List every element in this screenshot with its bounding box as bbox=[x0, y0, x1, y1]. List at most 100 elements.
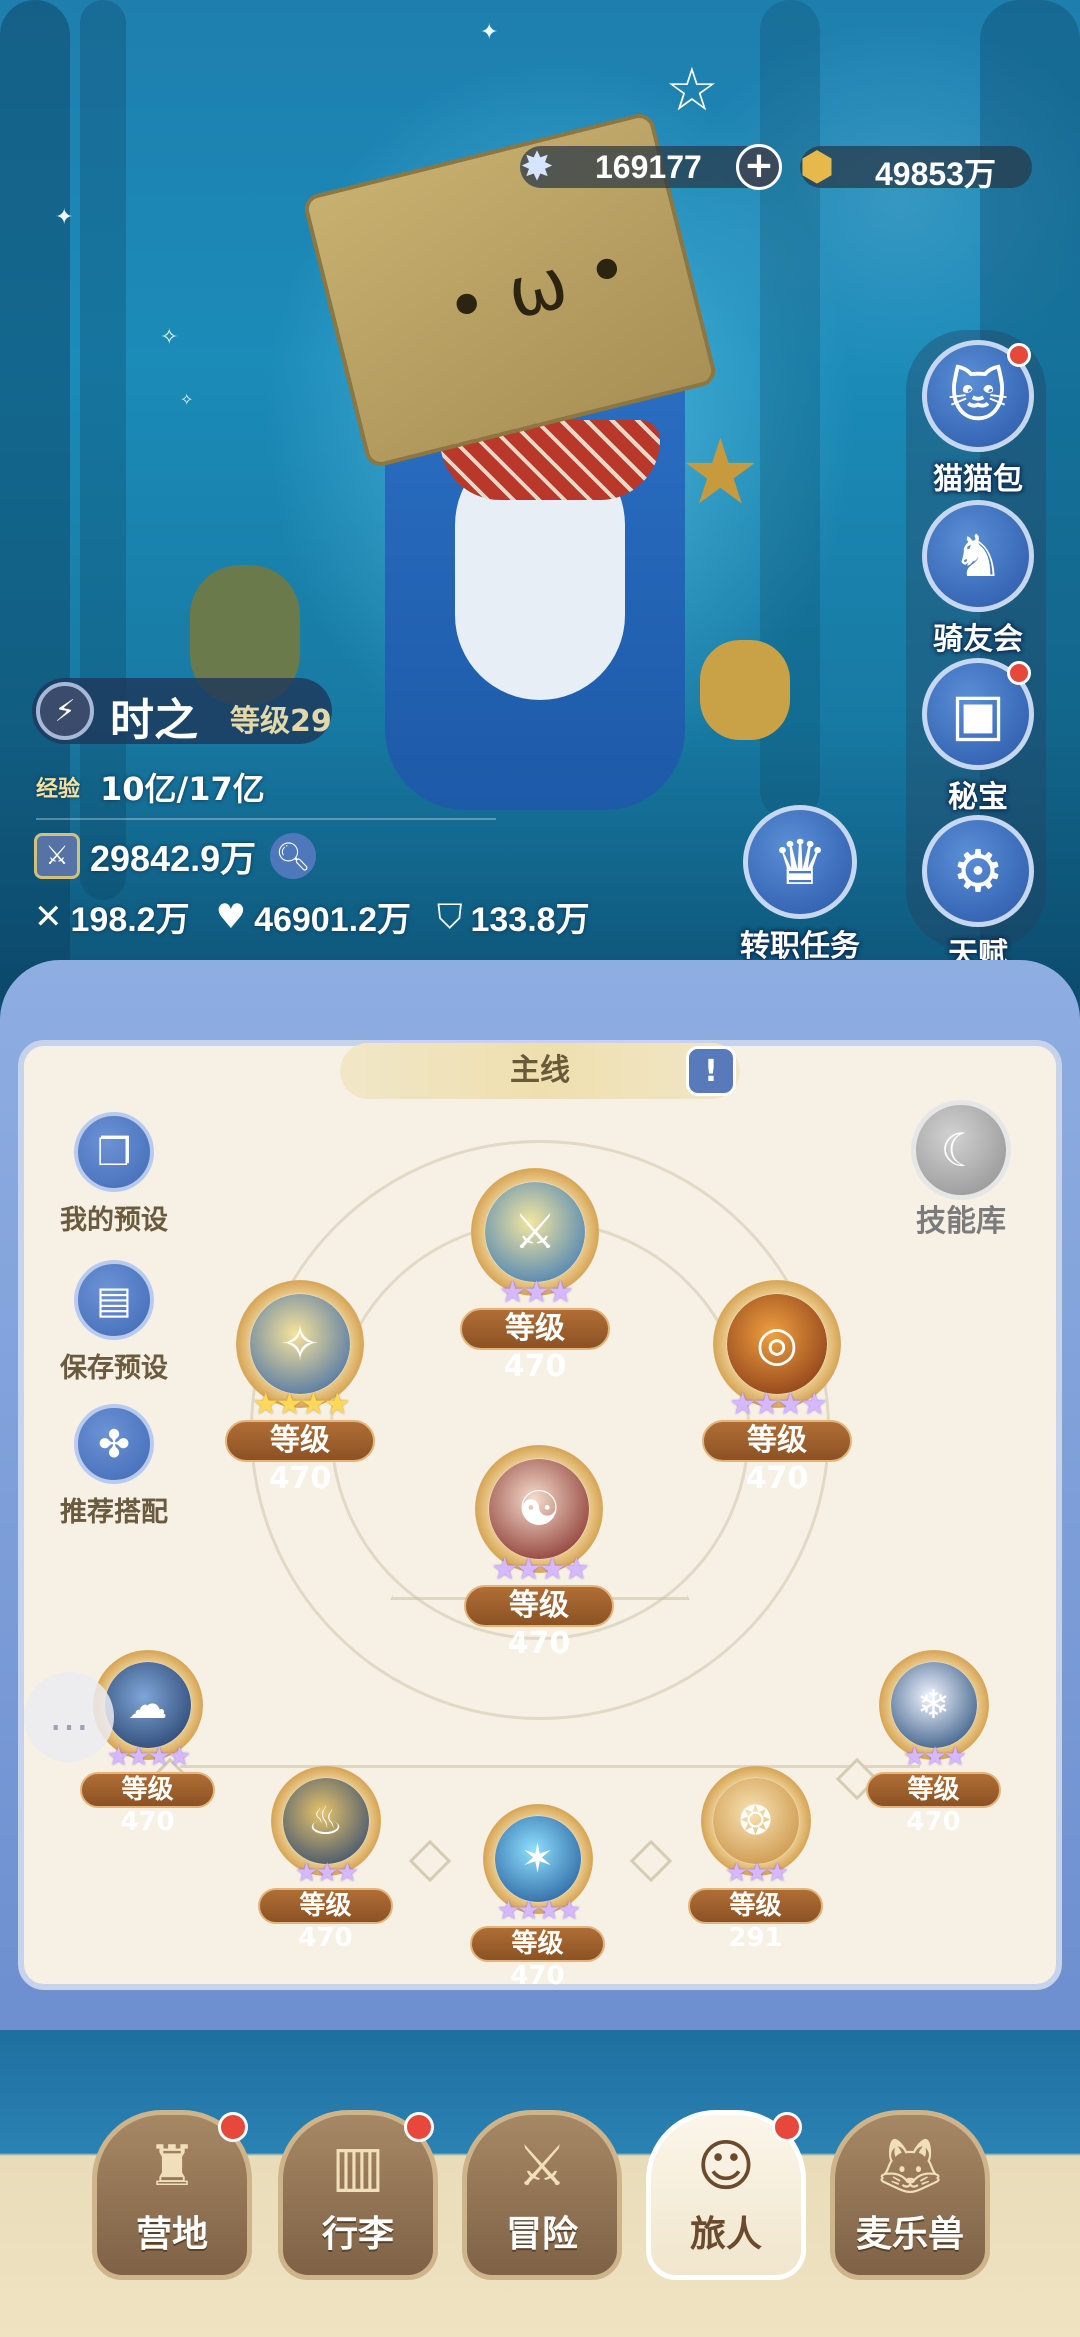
nav-adventure[interactable]: ⚔ 冒险 bbox=[462, 2110, 622, 2290]
skill-slot[interactable]: ❄ ★★★ 等级470 bbox=[866, 1650, 1001, 1837]
search-button[interactable]: 🔍︎ bbox=[270, 833, 317, 879]
star-outline-icon: ☆ bbox=[665, 55, 719, 125]
combat-power-value: 29842.9万 bbox=[90, 838, 257, 879]
exp-tag: 经验 bbox=[36, 777, 81, 802]
skill-icon: ❄ bbox=[890, 1662, 977, 1748]
crossed-swords-icon: ⚔ bbox=[516, 2134, 568, 2199]
treasure-chest-icon: ▣ bbox=[922, 658, 1034, 770]
nav-label: 冒险 bbox=[505, 2214, 578, 2255]
skill-stars: ★★★ bbox=[295, 1858, 359, 1888]
skill-stars: ★★★ bbox=[499, 1275, 574, 1310]
gold-coin-icon: ⬢ bbox=[799, 144, 835, 190]
crown-icon: ♛ bbox=[743, 805, 857, 919]
experience-row: 经验 10亿/17亿 bbox=[36, 764, 265, 810]
search-icon: 🔍︎ bbox=[275, 839, 311, 873]
skill-slot[interactable]: ✧ ★★★★ 等级470 bbox=[225, 1280, 375, 1496]
cat-bag-button[interactable]: 🐱 猫猫包 bbox=[918, 340, 1038, 498]
cards-icon: ❐ bbox=[74, 1112, 154, 1192]
box-face: • ω • bbox=[437, 226, 638, 351]
rider-club-label: 骑友会 bbox=[933, 622, 1023, 657]
cat-bag-icon: 🐱 bbox=[922, 340, 1034, 452]
nav-label: 营地 bbox=[135, 2214, 208, 2255]
skill-slot[interactable]: ☁ ★★★★ 等级470 bbox=[80, 1650, 215, 1837]
tab-main-line[interactable]: 主线 bbox=[340, 1043, 740, 1099]
skill-slot[interactable]: ♨ ★★★ 等级470 bbox=[258, 1766, 393, 1953]
nav-label: 行李 bbox=[321, 2214, 394, 2255]
skill-level-badge: 等级470 bbox=[702, 1420, 852, 1496]
notification-dot bbox=[404, 2112, 434, 2142]
skill-slot[interactable]: ❂ ★★★ 等级291 bbox=[688, 1766, 823, 1953]
class-emblem-icon: ⚡ bbox=[36, 682, 94, 740]
chat-icon: … bbox=[49, 1694, 89, 1740]
notification-dot bbox=[772, 2112, 802, 2142]
skill-icon: ◎ bbox=[727, 1294, 827, 1394]
castle-icon: ♜ bbox=[146, 2134, 198, 2199]
save-preset-label: 保存预设 bbox=[60, 1353, 168, 1384]
gold-amount: 49853万 bbox=[875, 156, 996, 192]
sparkle-icon: ✦ bbox=[480, 20, 499, 45]
treasure-label: 秘宝 bbox=[948, 780, 1008, 815]
skill-stars: ★★★★ bbox=[491, 1552, 590, 1587]
shield-sword-icon: ⚔ bbox=[34, 833, 80, 879]
defense-value: 133.8万 bbox=[470, 901, 590, 939]
heart-icon: ♥ bbox=[215, 896, 247, 937]
skill-library-icon: ☾ bbox=[911, 1100, 1011, 1200]
gold-currency: ⬢ 49853万 bbox=[800, 144, 1032, 192]
skill-level-badge: 等级470 bbox=[258, 1888, 393, 1953]
pet-companion bbox=[700, 640, 790, 740]
notification-dot bbox=[218, 2112, 248, 2142]
recommend-combo-button[interactable]: ✤ 推荐搭配 bbox=[44, 1404, 184, 1529]
crossed-swords-icon: ✕ bbox=[34, 896, 63, 937]
nav-pet[interactable]: 🦊︎ 麦乐兽 bbox=[830, 2110, 990, 2290]
crystal-star-icon: ✸ bbox=[520, 144, 554, 190]
skill-slot[interactable]: ◎ ★★★★ 等级470 bbox=[702, 1280, 852, 1496]
nav-traveler[interactable]: ☺ 旅人 bbox=[646, 2110, 806, 2290]
skill-level-badge: 等级291 bbox=[688, 1888, 823, 1953]
skill-slot[interactable]: ⚔ ★★★ 等级470 bbox=[460, 1168, 610, 1384]
skill-icon: ⚔ bbox=[485, 1182, 585, 1282]
treasure-button[interactable]: ▣ 秘宝 bbox=[918, 658, 1038, 816]
divider bbox=[36, 818, 496, 820]
skill-stars: ★★★★ bbox=[106, 1742, 191, 1772]
nav-luggage[interactable]: ▥ 行李 bbox=[278, 2110, 438, 2290]
skill-level-badge: 等级470 bbox=[464, 1585, 614, 1661]
talent-button[interactable]: ⚙ 天赋 bbox=[918, 815, 1038, 973]
hp-stat: ♥ 46901.2万 bbox=[216, 892, 411, 941]
skill-slot[interactable]: ☯ ★★★★ 等级470 bbox=[464, 1445, 614, 1661]
diamond-amount: 169177 bbox=[595, 149, 702, 185]
my-preset-button[interactable]: ❐ 我的预设 bbox=[44, 1112, 184, 1237]
skill-level-badge: 等级470 bbox=[225, 1420, 375, 1496]
shield-icon: ⛉ bbox=[436, 896, 463, 937]
skill-library-button[interactable]: ☾ 技能库 bbox=[896, 1100, 1026, 1240]
add-diamond-button[interactable]: + bbox=[736, 144, 782, 190]
skill-icon: ☯ bbox=[489, 1459, 589, 1559]
rider-club-button[interactable]: ♞ 骑友会 bbox=[918, 500, 1038, 658]
save-preset-button[interactable]: ▤ 保存预设 bbox=[44, 1260, 184, 1385]
skill-stars: ★★★★ bbox=[729, 1387, 828, 1422]
nav-card: 🦊︎ 麦乐兽 bbox=[830, 2110, 990, 2280]
skill-level-badge: 等级470 bbox=[460, 1308, 610, 1384]
star-charm-icon: ★ bbox=[680, 420, 761, 525]
skill-stars: ★★★ bbox=[903, 1742, 967, 1772]
backpack-icon: ▥ bbox=[331, 2134, 385, 2199]
skill-icon: ☁ bbox=[104, 1662, 191, 1748]
exp-value: 10亿/17亿 bbox=[100, 770, 265, 808]
nav-camp[interactable]: ♜ 营地 bbox=[92, 2110, 252, 2290]
fox-pet-icon: 🦊︎ bbox=[874, 2134, 946, 2199]
skill-library-label: 技能库 bbox=[916, 1204, 1006, 1239]
traveler-portrait-icon: ☺ bbox=[696, 2134, 756, 2199]
combo-icon: ✤ bbox=[74, 1404, 154, 1484]
info-book-icon[interactable]: ! bbox=[686, 1046, 736, 1096]
skill-icon: ❂ bbox=[712, 1778, 799, 1864]
player-name-bar[interactable]: ⚡ 时之 等级29 bbox=[32, 678, 332, 746]
skill-icon: ♨ bbox=[282, 1778, 369, 1864]
combat-power-row: ⚔ 29842.9万 🔍︎ bbox=[34, 830, 317, 882]
recommend-combo-label: 推荐搭配 bbox=[60, 1497, 168, 1528]
skill-slot[interactable]: ✶ ★★★★ 等级470 bbox=[470, 1804, 605, 1991]
job-quest-button[interactable]: ♛ 转职任务 bbox=[730, 805, 870, 965]
skill-level-badge: 等级470 bbox=[470, 1926, 605, 1991]
skill-stars: ★★★★ bbox=[252, 1387, 351, 1422]
player-level: 等级29 bbox=[230, 704, 332, 739]
nav-label: 旅人 bbox=[689, 2214, 762, 2255]
skill-icon: ✧ bbox=[250, 1294, 350, 1394]
